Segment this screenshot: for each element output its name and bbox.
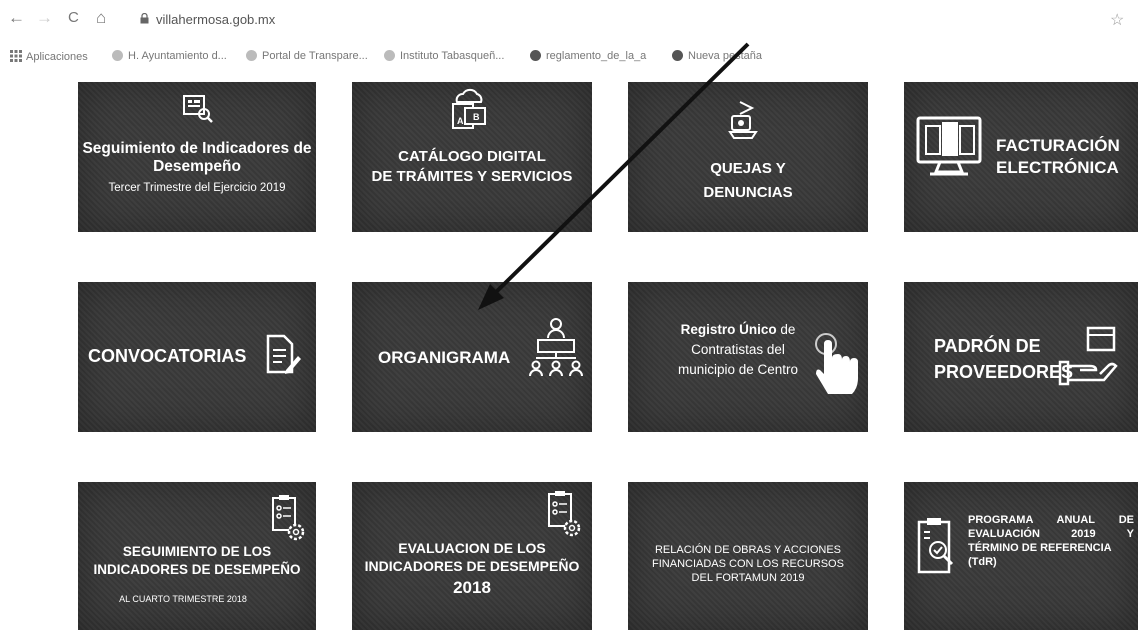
tile-title-line1: SEGUIMIENTO DE LOS [122,544,272,559]
clipboard-gear-icon [548,491,581,537]
tile-subtitle: AL CUARTO TRIMESTRE 2018 [119,594,247,604]
tile-seguimiento-indicadores[interactable]: Seguimiento de Indicadores de Desempeño … [78,82,316,232]
bookmark-reglamento[interactable]: reglamento_de_la_a [530,50,646,62]
apps-grid-icon [10,50,22,62]
complaint-mailbox-icon [728,101,758,139]
tile-title: ORGANIGRAMA [378,348,511,367]
back-button[interactable]: ← [8,9,25,27]
tile-relacion-obras[interactable]: RELACIÓN DE OBRAS Y ACCIONES FINANCIADAS… [628,482,868,630]
tile-convocatorias[interactable]: CONVOCATORIAS [78,282,316,432]
registro-bold: Registro Único [680,322,777,337]
site-favicon [246,50,257,61]
tile-title-line1: Registro Único de [648,322,828,338]
home-button[interactable]: ⌂ [96,9,106,27]
tile-title: Seguimiento de Indicadores de Desempeño [82,140,312,175]
tile-title-line2: Contratistas del [691,342,785,357]
tile-programa-anual[interactable]: PROGRAMA ANUAL DE EVALUACIÓN 2019 Y TÉRM… [904,482,1138,630]
bookmark-label: Portal de Transpare... [262,50,368,62]
tile-title-line1: RELACIÓN DE OBRAS Y ACCIONES [654,544,842,556]
tile-evaluacion-indicadores[interactable]: EVALUACION DE LOS INDICADORES DE DESEMPE… [352,482,592,630]
tile-title-line2: DENUNCIAS [703,184,793,201]
bookmark-ayuntamiento[interactable]: H. Ayuntamiento d... [112,50,227,62]
reload-button[interactable]: C [68,9,79,27]
bookmark-apps[interactable]: Aplicaciones [10,50,88,63]
tile-title-line3: TÉRMINO DE REFERENCIA [968,542,1112,554]
tile-title-line1: CATÁLOGO DIGITAL [398,148,546,165]
lock-icon [140,13,149,24]
tile-title-line3: DEL FORTAMUN 2019 [691,572,805,584]
globe-icon [530,50,541,61]
tile-seguimiento-indicadores-2018[interactable]: SEGUIMIENTO DE LOS INDICADORES DE DESEMP… [78,482,316,630]
catalog-cloud-icon: A B [452,88,486,129]
tile-title-line1: PROGRAMA ANUAL DE [968,514,1134,526]
tile-title-line2: DE TRÁMITES Y SERVICIOS [371,168,573,185]
tile-title-line2: FINANCIADAS CON LOS RECURSOS [652,558,844,570]
tile-padron-proveedores[interactable]: PADRÓN DE PROVEEDORES [904,282,1138,432]
computer-invoice-icon [916,116,982,176]
bookmark-label: Aplicaciones [26,51,88,63]
tile-title-line1: EVALUACION DE LOS [398,540,546,556]
tile-title-line2: EVALUACIÓN 2019 Y [968,528,1134,540]
registro-rest: de [776,322,796,337]
bookmark-label: Nueva pestaña [688,50,762,62]
tile-catalogo-digital[interactable]: A B CATÁLOGO DIGITAL DE TRÁMITES Y SERVI… [352,82,592,232]
tile-registro-unico[interactable]: Registro Único de Contratistas del munic… [628,282,868,432]
evaluation-clipboard-icon [917,518,954,574]
tile-title-line1: QUEJAS Y [710,160,786,177]
bookmark-label: Instituto Tabasqueñ... [400,50,505,62]
tile-title: CONVOCATORIAS [88,346,247,366]
address-bar[interactable]: villahermosa.gob.mx [156,12,275,27]
tile-quejas-denuncias[interactable]: QUEJAS Y DENUNCIAS [628,82,868,232]
pointing-hand-icon [815,333,858,394]
tile-title-line4: (TdR) [968,556,997,568]
tile-title-line2: INDICADORES DE DESEMPEÑO [364,558,580,574]
site-favicon [112,50,123,61]
bookmark-star-icon[interactable]: ☆ [1110,10,1124,30]
globe-icon [672,50,683,61]
bookmark-nueva[interactable]: Nueva pestaña [672,50,762,62]
tile-facturacion-electronica[interactable]: FACTURACIÓN ELECTRÓNICA [904,82,1138,232]
bookmark-instituto[interactable]: Instituto Tabasqueñ... [384,50,504,62]
tile-organigrama[interactable]: ORGANIGRAMA [352,282,592,432]
svg-text:B: B [473,112,480,122]
clipboard-gear-icon [272,495,305,541]
tile-title-line2: INDICADORES DE DESEMPEÑO [93,562,301,577]
svg-text:A: A [457,116,464,126]
tile-subtitle: Tercer Trimestre del Ejercicio 2019 [108,182,286,194]
bookmark-label: H. Ayuntamiento d... [128,50,227,62]
browser-toolbar: ← → C ⌂ villahermosa.gob.mx ☆ [0,0,1138,40]
bookmarks-bar: Aplicaciones H. Ayuntamiento d... Portal… [0,42,1138,72]
tile-year: 2018 [453,578,491,597]
tile-title-line3: municipio de Centro [677,362,799,377]
forward-button[interactable]: → [36,9,53,27]
tile-title-line2: ELECTRÓNICA [996,158,1119,177]
bookmark-label: reglamento_de_la_a [546,50,647,62]
bookmark-transparencia[interactable]: Portal de Transpare... [246,50,368,62]
site-favicon [384,50,395,61]
org-chart-icon [529,318,583,377]
supplier-box-icon [1058,326,1118,386]
document-edit-icon [266,334,301,374]
tile-title-line1: FACTURACIÓN [996,136,1120,155]
report-magnifier-icon [183,95,213,123]
